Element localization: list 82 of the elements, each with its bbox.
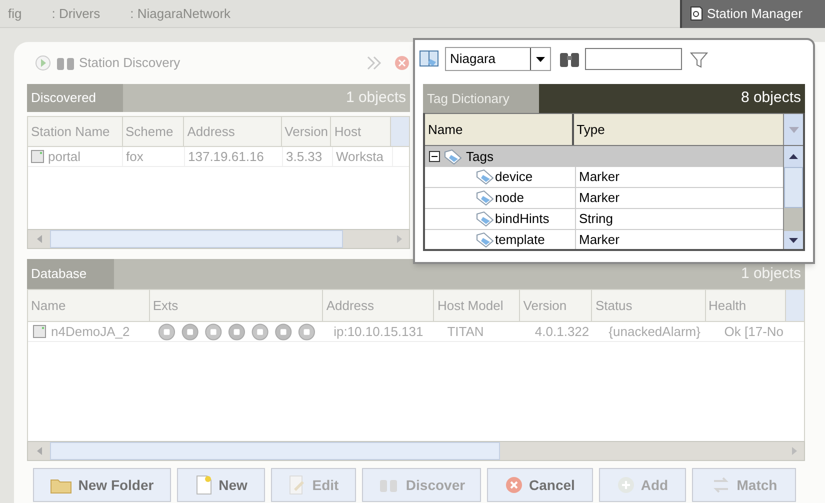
table-cell: fox (123, 147, 185, 166)
scrollbar-thumb[interactable] (50, 230, 343, 248)
table-cell-text: TITAN (446, 322, 485, 341)
tag-icon (475, 211, 495, 227)
table-cell: n4DemoJA_2 (28, 322, 153, 341)
column-menu-button[interactable] (391, 117, 410, 146)
scrollbar-thumb[interactable] (784, 167, 803, 208)
caret-icon (536, 56, 545, 62)
cancel-icon (505, 476, 524, 494)
database-tab[interactable]: Database (27, 259, 114, 289)
right-arrow-icon (792, 447, 796, 455)
document-icon (194, 475, 213, 495)
pencil-document-icon (288, 475, 306, 495)
up-arrow-icon (789, 154, 798, 159)
search-field[interactable] (585, 48, 682, 70)
tag-icon (475, 190, 495, 206)
column-header[interactable]: Type (574, 114, 784, 145)
column-header[interactable]: Station Name (28, 117, 122, 146)
table-cell: 3.5.33 (283, 147, 333, 166)
table-cell-text: String (578, 210, 614, 228)
left-arrow-icon (36, 447, 42, 455)
table-cell-text: Marker (578, 189, 620, 208)
station-manager-tab[interactable]: Station Manager (680, 0, 825, 28)
tree-label: Tags (466, 148, 494, 166)
column-header[interactable]: Status (592, 290, 706, 321)
table-cell-text: {unackedAlarm} (608, 322, 702, 341)
left-arrow-icon (36, 235, 42, 243)
table-cell-text: Ok [17-No (723, 322, 785, 341)
tree-item[interactable]: node (425, 188, 576, 208)
cancel-icon[interactable] (394, 54, 410, 70)
tag-dictionary-tab[interactable]: Tag Dictionary (423, 84, 539, 113)
table-cell-text: ip:10.10.15.131 (332, 322, 424, 341)
tree-item[interactable]: device (425, 167, 576, 187)
column-header[interactable]: Version (520, 290, 592, 321)
table-cell: Worksta (333, 147, 393, 166)
add-icon (616, 476, 635, 494)
scrollbar-thumb[interactable] (50, 442, 500, 460)
discovered-tab[interactable]: Discovered (27, 84, 123, 112)
tag-icon (475, 232, 495, 248)
collapse-icon[interactable] (429, 151, 440, 162)
column-header[interactable]: Name (28, 290, 150, 321)
right-arrow-icon (396, 235, 402, 243)
horizontal-scrollbar[interactable] (27, 229, 410, 249)
tree-item[interactable]: bindHints (425, 209, 576, 229)
station-icon (31, 150, 44, 163)
action-button[interactable]: New Folder (33, 468, 171, 502)
column-header[interactable]: Host Model (434, 290, 520, 321)
breadcrumb-item[interactable]: fig (8, 4, 22, 24)
column-header[interactable]: Address (323, 290, 434, 321)
double-chevron-icon[interactable] (366, 54, 382, 70)
binoculars-icon (559, 50, 581, 68)
table-cell: portal (28, 147, 123, 166)
column-menu-button[interactable] (783, 114, 803, 145)
object-count: 1 objects (346, 88, 407, 108)
object-count: 8 objects (740, 88, 802, 108)
breadcrumb-item[interactable]: : Drivers (52, 4, 100, 24)
dictionary-dropdown[interactable]: Niagara (445, 47, 551, 71)
caret-icon (788, 126, 799, 132)
tree-row[interactable]: Tags (425, 146, 783, 167)
breadcrumb-item[interactable]: : NiagaraNetwork (130, 4, 231, 24)
column-header[interactable]: Version (282, 117, 332, 146)
table-cell-text: 4.0.1.322 (534, 322, 590, 341)
action-button[interactable]: Cancel (487, 468, 593, 502)
station-icon (33, 325, 46, 338)
table-cell-text: Marker (578, 231, 620, 249)
table-cell: 137.19.61.16 (185, 147, 283, 166)
tag-icon (475, 169, 495, 185)
action-button[interactable]: New (177, 468, 265, 502)
down-arrow-icon (789, 238, 798, 242)
tag-book-icon[interactable] (419, 49, 441, 69)
column-header[interactable]: Address (184, 117, 282, 146)
column-header[interactable]: Exts (150, 290, 324, 321)
vertical-scrollbar[interactable] (783, 146, 803, 249)
tree-item[interactable]: template (425, 230, 576, 249)
column-header[interactable]: Scheme (122, 117, 184, 146)
horizontal-scrollbar[interactable] (27, 441, 805, 461)
document-search-icon (690, 6, 703, 21)
discovery-title: Station Discovery (79, 54, 180, 72)
table-cell-text: Marker (578, 168, 620, 186)
tag-icon (443, 148, 463, 164)
object-count: 1 objects (740, 264, 802, 284)
play-icon[interactable] (35, 54, 51, 70)
